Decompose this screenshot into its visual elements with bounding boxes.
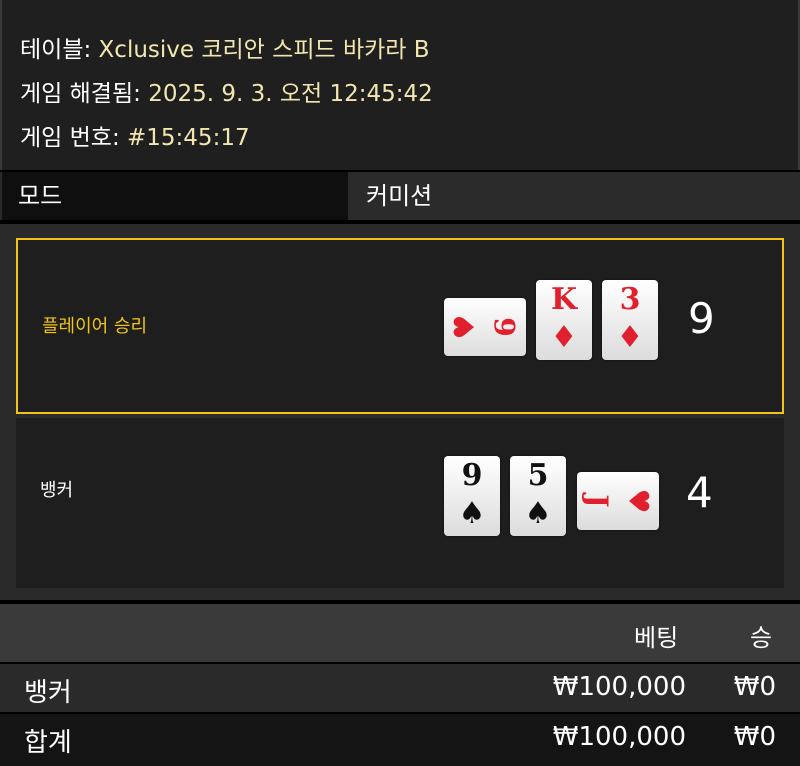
player-result-row: 플레이어 승리 ♥ 6 K ♦ 3 ♦ 9: [16, 238, 784, 414]
bets-table-header: 베팅 승: [0, 604, 800, 662]
game-results: 플레이어 승리 ♥ 6 K ♦ 3 ♦ 9 뱅커 9 ♠ 5 ♠ J ♥ 4: [0, 224, 800, 600]
resolved-time-label: 게임 해결됨:: [20, 81, 141, 107]
game-info-panel: 테이블: Xclusive 코리안 스피드 바카라 B 게임 해결됨: 2025…: [0, 0, 800, 170]
player-card-2: K ♦: [536, 280, 592, 360]
game-number-value: #15:45:17: [127, 125, 250, 151]
card-rank: 9: [461, 458, 483, 493]
banker-result-row: 뱅커 9 ♠ 5 ♠ J ♥ 4: [16, 418, 784, 588]
game-number-label: 게임 번호:: [20, 125, 120, 151]
game-number-line: 게임 번호: #15:45:17: [20, 118, 250, 152]
spade-icon: ♠: [458, 496, 486, 531]
player-card-1: ♥ 6: [444, 298, 526, 356]
table-row: 뱅커 ₩100,000 ₩0: [0, 664, 800, 712]
card-rank: 5: [527, 458, 549, 493]
table-name-line: 테이블: Xclusive 코리안 스피드 바카라 B: [20, 30, 430, 64]
diamond-icon: ♦: [616, 320, 644, 355]
mode-value: 커미션: [350, 172, 800, 220]
total-win-amount: ₩0: [733, 722, 776, 752]
heart-icon: ♥: [622, 488, 655, 514]
player-score: 9: [688, 294, 715, 343]
win-amount: ₩0: [733, 672, 776, 702]
total-bet-amount: ₩100,000: [552, 722, 686, 752]
player-win-label: 플레이어 승리: [42, 316, 148, 337]
mode-row: 모드 커미션: [0, 172, 800, 220]
heart-icon: ♥: [448, 314, 481, 340]
banker-card-1: 9 ♠: [444, 456, 500, 536]
banker-card-3: J ♥: [577, 472, 659, 530]
resolved-time-line: 게임 해결됨: 2025. 9. 3. 오전 12:45:42: [20, 74, 433, 108]
card-rank: 6: [489, 317, 522, 337]
bet-column-header: 베팅: [634, 624, 679, 652]
bet-amount: ₩100,000: [552, 672, 686, 702]
table-name-label: 테이블:: [20, 37, 92, 63]
banker-score: 4: [686, 468, 713, 517]
banker-label: 뱅커: [40, 480, 74, 501]
card-rank: J: [581, 494, 614, 508]
diamond-icon: ♦: [550, 320, 578, 355]
mode-label: 모드: [2, 172, 348, 220]
player-card-3: 3 ♦: [602, 280, 658, 360]
banker-card-2: 5 ♠: [510, 456, 566, 536]
total-label: 합계: [24, 728, 72, 758]
spade-icon: ♠: [524, 496, 552, 531]
resolved-time-value: 2025. 9. 3. 오전 12:45:42: [148, 81, 433, 107]
card-rank: 3: [619, 282, 641, 317]
bet-name: 뱅커: [24, 678, 72, 708]
table-name-value: Xclusive 코리안 스피드 바카라 B: [98, 37, 430, 63]
win-column-header: 승: [750, 624, 773, 652]
card-rank: K: [550, 282, 578, 317]
table-total-row: 합계 ₩100,000 ₩0: [0, 714, 800, 766]
